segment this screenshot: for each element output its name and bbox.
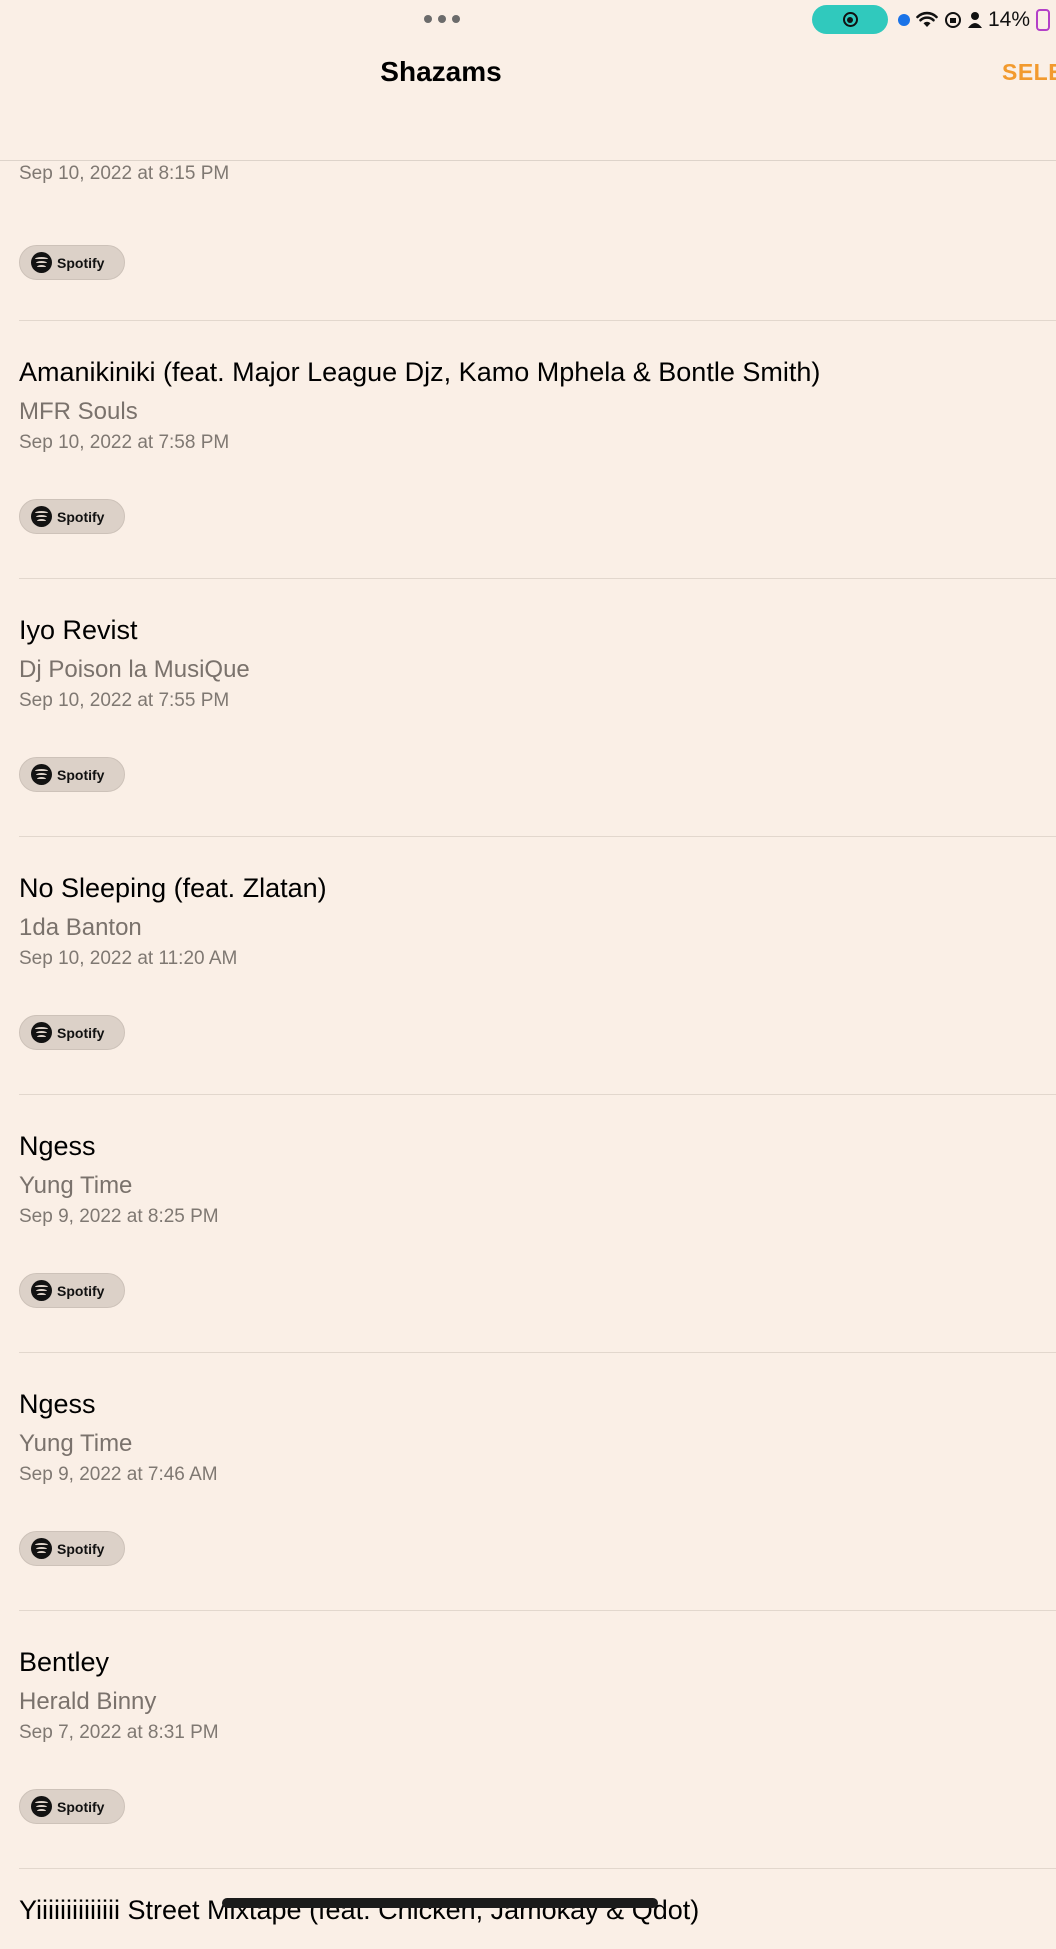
song-artist: Herald Binny [19, 1688, 157, 1715]
song-artist: Yung Time [19, 1172, 133, 1199]
spotify-button[interactable]: Spotify [19, 499, 125, 534]
song-artist: Dj Poison la MusiQue [19, 656, 250, 683]
record-icon [842, 12, 858, 27]
spotify-label: Spotify [57, 1282, 105, 1299]
spotify-button[interactable]: Spotify [19, 1789, 125, 1824]
multitasking-dots-icon[interactable] [422, 12, 462, 26]
song-date: Sep 10, 2022 at 7:58 PM [19, 432, 230, 453]
song-artist: 1da Banton [19, 914, 142, 941]
list-item[interactable]: Yiiiiiiiiiiiiii Street Mixtape (feat. Ch… [19, 1869, 1056, 1949]
spotify-button[interactable]: Spotify [19, 1531, 125, 1566]
list-item[interactable]: Ngess Yung Time Sep 9, 2022 at 8:25 PM S… [19, 1095, 1056, 1353]
song-date: Sep 9, 2022 at 7:46 AM [19, 1464, 218, 1485]
song-title: Ngess [19, 1389, 96, 1419]
status-bar: 14% [0, 0, 1056, 40]
list-item[interactable]: Iyo Revist Dj Poison la MusiQue Sep 10, … [19, 579, 1056, 837]
person-icon [968, 12, 982, 28]
spotify-button[interactable]: Spotify [19, 245, 125, 280]
list-item[interactable]: Bentley Herald Binny Sep 7, 2022 at 8:31… [19, 1611, 1056, 1869]
battery-percentage: 14% [988, 8, 1031, 31]
spotify-icon [31, 1538, 52, 1559]
spotify-icon [31, 506, 52, 527]
select-button[interactable]: SELE [1002, 59, 1056, 86]
navigation-bar: Shazams SELE [0, 40, 1056, 161]
song-title: Iyo Revist [19, 615, 138, 645]
location-dot-icon [898, 14, 910, 26]
spotify-icon [31, 1796, 52, 1817]
battery-icon [1036, 9, 1051, 31]
song-date: Sep 10, 2022 at 11:20 AM [19, 948, 238, 969]
song-artist: Yung Time [19, 1430, 133, 1457]
shazam-list: Sep 10, 2022 at 8:15 PM Spotify Amanikin… [0, 160, 1056, 1949]
spotify-label: Spotify [57, 1024, 105, 1041]
list-item[interactable]: Sep 10, 2022 at 8:15 PM Spotify [19, 160, 1056, 321]
list-item[interactable]: No Sleeping (feat. Zlatan) 1da Banton Se… [19, 837, 1056, 1095]
song-date: Sep 10, 2022 at 8:15 PM [19, 163, 230, 184]
song-date: Sep 10, 2022 at 7:55 PM [19, 690, 230, 711]
spotify-icon [31, 1280, 52, 1301]
status-icons: 14% [898, 6, 1051, 34]
spotify-label: Spotify [57, 1540, 105, 1557]
wifi-icon [916, 11, 938, 27]
song-date: Sep 9, 2022 at 8:25 PM [19, 1206, 219, 1227]
spotify-label: Spotify [57, 508, 105, 525]
page-title: Shazams [380, 56, 502, 87]
spotify-icon [31, 1022, 52, 1043]
spotify-label: Spotify [57, 766, 105, 783]
home-indicator[interactable] [222, 1898, 658, 1908]
song-title: Bentley [19, 1647, 110, 1677]
spotify-icon [31, 252, 52, 273]
spotify-button[interactable]: Spotify [19, 757, 125, 792]
spotify-button[interactable]: Spotify [19, 1273, 125, 1308]
song-date: Sep 7, 2022 at 8:31 PM [19, 1722, 219, 1743]
spotify-label: Spotify [57, 1798, 105, 1815]
song-title: Ngess [19, 1131, 96, 1161]
list-item[interactable]: Ngess Yung Time Sep 9, 2022 at 7:46 AM S… [19, 1353, 1056, 1611]
orientation-lock-icon [945, 12, 961, 28]
spotify-label: Spotify [57, 254, 105, 271]
song-title: No Sleeping (feat. Zlatan) [19, 873, 327, 903]
screen-recording-indicator[interactable] [812, 5, 888, 34]
list-item[interactable]: Amanikiniki (feat. Major League Djz, Kam… [19, 321, 1056, 579]
spotify-button[interactable]: Spotify [19, 1015, 125, 1050]
song-artist: MFR Souls [19, 398, 138, 425]
spotify-icon [31, 764, 52, 785]
song-title: Amanikiniki (feat. Major League Djz, Kam… [19, 357, 821, 387]
